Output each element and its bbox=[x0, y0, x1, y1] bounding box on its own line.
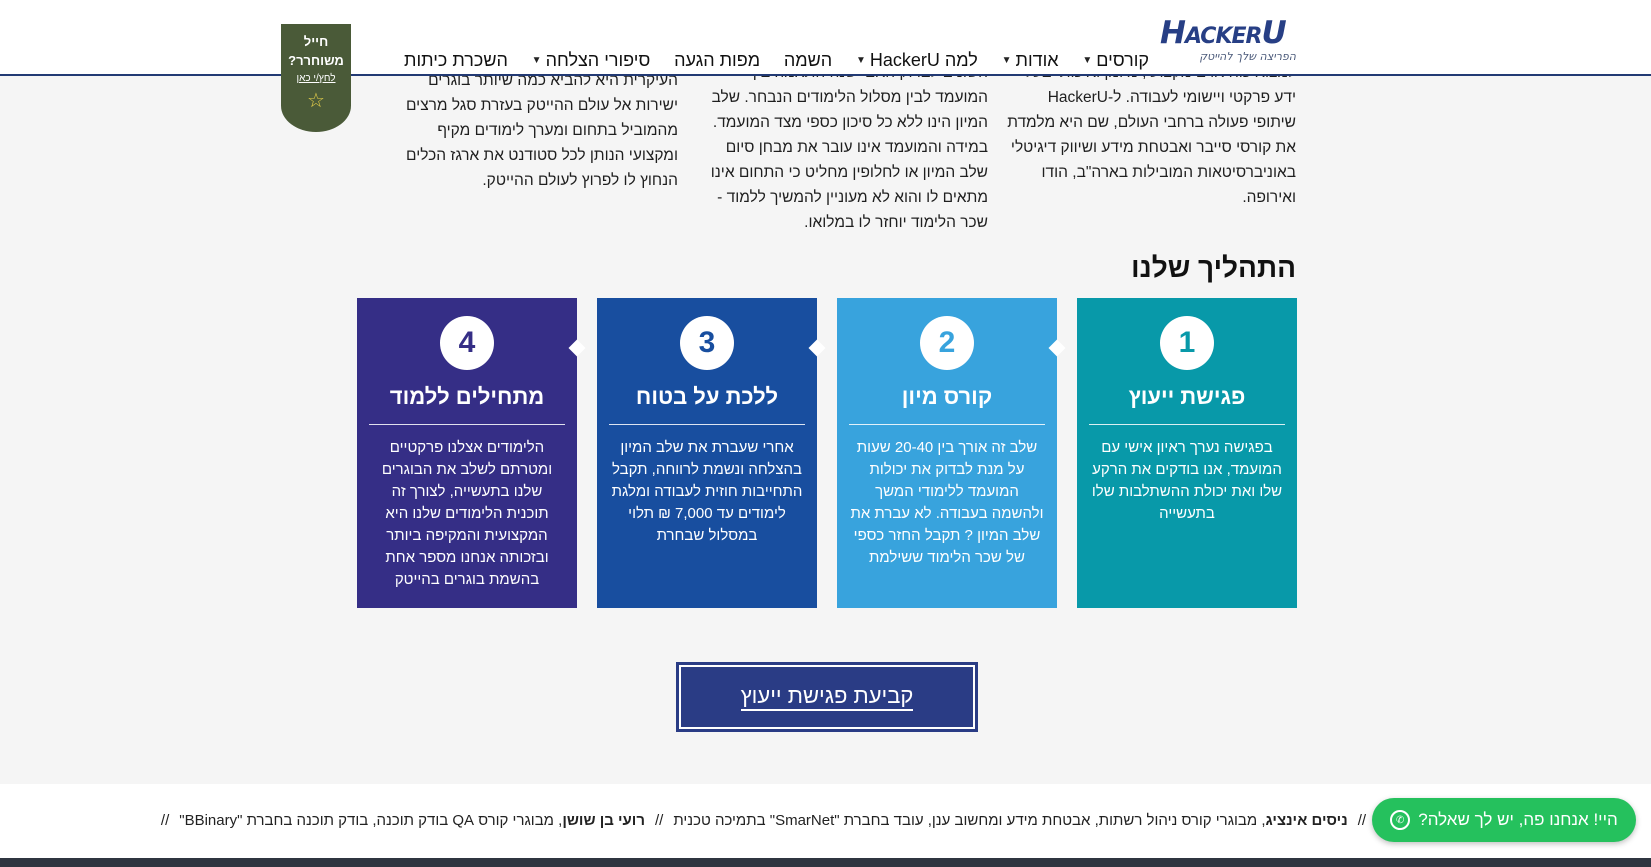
step-number: 4 bbox=[440, 316, 494, 370]
nav-item-0[interactable]: קורסים ▼ bbox=[1082, 50, 1149, 71]
step-text: אחרי שעברת את שלב המיון בהצלחה ונשמת לרו… bbox=[611, 439, 803, 544]
nav-label: אודות bbox=[1015, 49, 1059, 70]
graduate-description: , מבוגרי קורס QA בודק תוכנה, בודק תוכנה … bbox=[179, 812, 563, 829]
logo-text: HACKERU bbox=[1160, 15, 1287, 51]
column-line: המיון הינו ללא כל סיכון כספי מצד המועמד. bbox=[712, 114, 988, 131]
cta-label: קביעת פגישת ייעוץ bbox=[740, 683, 914, 711]
ticker-item: ניסים אינציג, מבוגרי קורס ניהול רשתות, א… bbox=[673, 812, 1347, 829]
column-line: ידע פרקטי ויישומי לעבודה. ל-HackerU bbox=[1047, 89, 1296, 106]
step-divider bbox=[1089, 424, 1285, 425]
badge-line1: חייל bbox=[303, 34, 329, 49]
step-arrow-icon bbox=[808, 339, 826, 357]
column-line: במידה והמועמד אינו עובר את מבחן סיום bbox=[725, 139, 988, 156]
step-text: שלב זה אורך בין 20-40 שעות על מנת לבדוק … bbox=[850, 439, 1044, 566]
about-column-3: העיקרית היא להביא כמה שיותר בוגרים ישירות… bbox=[398, 68, 678, 193]
nav-label: מפות הגעה bbox=[674, 49, 761, 70]
chevron-down-icon: ▼ bbox=[1001, 54, 1012, 66]
step-text: בפגישה נערך ראיון אישי עם המועמד, אנו בו… bbox=[1091, 439, 1283, 522]
nav-item-2[interactable]: למה HackerU ▼ bbox=[856, 50, 978, 71]
step-title: ללכת על בטוח bbox=[635, 384, 779, 409]
chevron-down-icon: ▼ bbox=[1082, 54, 1093, 66]
badge-link[interactable]: לחץ/י כאן bbox=[281, 73, 351, 84]
about-column-1: למצוא כוח אדם מקצועי, מיומן ואיכותי בעלי… bbox=[1000, 60, 1296, 210]
graduates-ticker: ית//ניסים אינציג, מבוגרי קורס ניהול רשתו… bbox=[0, 812, 1390, 834]
ticker-separator: // bbox=[1357, 812, 1367, 829]
nav-label: סיפורי הצלחה bbox=[545, 49, 651, 70]
hackeru-logo[interactable]: HACKERU הפריצה שלך להייטק bbox=[1160, 16, 1302, 72]
step-title: קורס מיון bbox=[901, 384, 993, 409]
column-line: שכר הלימוד יוחזר לו במלואו. bbox=[804, 214, 988, 231]
graduate-name: ניסים אינציג bbox=[1265, 812, 1348, 829]
process-step-3: 3 ללכת על בטוח אחרי שעברת את שלב המיון בהצ… bbox=[597, 298, 826, 608]
ticker-item: רועי בן שושן, מבוגרי קורס QA בודק תוכנה,… bbox=[179, 812, 645, 829]
process-step-4: 4 מתחילים ללמוד הלימודים אצלנו פרקטיים ומט… bbox=[357, 298, 586, 608]
nav-item-4[interactable]: מפות הגעה bbox=[674, 50, 760, 71]
column-line: מתאים לו והוא לא מעוניין להמשיך ללמוד - bbox=[717, 189, 988, 206]
column-line: המועמד לבין מסלול הלימודים הנבחר. שלב bbox=[711, 89, 988, 106]
step-arrow-icon bbox=[568, 339, 586, 357]
ticker-separator: // bbox=[160, 812, 170, 829]
column-line: שיתופי פעולה ברחבי העולם, שם היא מלמדת bbox=[1007, 114, 1296, 131]
footer-strip bbox=[0, 858, 1651, 867]
nav-label: השמה bbox=[783, 49, 833, 70]
process-step-2: 2 קורס מיון שלב זה אורך בין 20-40 שעות על … bbox=[837, 298, 1066, 608]
column-line: מהמוביל בתחום ומערך לימודים מקיף bbox=[437, 122, 678, 139]
site-header: HACKERU הפריצה שלך להייטק קורסים ▼ אודות ▼ ל… bbox=[0, 0, 1651, 76]
main-nav: קורסים ▼ אודות ▼ למה HackerU ▼ השמה מפות הגעה סי… bbox=[404, 48, 1149, 72]
column-line: ישירות אל עולם ההייטק בעזרת סגל מרצים bbox=[405, 97, 678, 114]
step-number: 1 bbox=[1160, 316, 1214, 370]
step-number: 3 bbox=[680, 316, 734, 370]
whatsapp-chat-button[interactable]: היי! אנחנו פה, יש לך שאלה? ✆ bbox=[1372, 798, 1636, 842]
nav-item-3[interactable]: השמה bbox=[784, 50, 832, 71]
column-line: באוניברסיטאות המובילות בארה"ב, הודו bbox=[1041, 164, 1296, 181]
graduate-description: , מבוגרי קורס ניהול רשתות, אבטחת מידע ומ… bbox=[673, 812, 1266, 829]
process-step-1: 1 פגישת ייעוץ בפגישה נערך ראיון אישי עם המ… bbox=[1077, 298, 1297, 608]
cta-inner: קביעת פגישת ייעוץ bbox=[679, 665, 975, 729]
ticker-separator: // bbox=[654, 812, 664, 829]
nav-item-1[interactable]: אודות ▼ bbox=[1002, 50, 1059, 71]
step-text: הלימודים אצלנו פרקטיים ומטרתם לשלב את הב… bbox=[381, 439, 553, 588]
step-arrow-icon bbox=[1048, 339, 1066, 357]
nav-label: השכרת כיתות bbox=[404, 49, 508, 70]
badge-line2: משוחרר? bbox=[288, 53, 344, 68]
nav-label: למה HackerU bbox=[869, 49, 978, 70]
graduate-name: רועי בן שושן bbox=[562, 812, 645, 829]
step-number: 2 bbox=[920, 316, 974, 370]
nav-item-5[interactable]: סיפורי הצלחה ▼ bbox=[532, 50, 651, 71]
whatsapp-icon: ✆ bbox=[1390, 810, 1411, 830]
whatsapp-label: היי! אנחנו פה, יש לך שאלה? bbox=[1418, 810, 1618, 829]
process-title: התהליך שלנו bbox=[1131, 252, 1296, 283]
column-line: ומקצועי הנותן לכל סטודנט את ארגז הכלים bbox=[406, 147, 678, 164]
nav-label: קורסים bbox=[1096, 49, 1149, 70]
star-icon: ☆ bbox=[307, 90, 325, 112]
discharged-soldier-badge[interactable]: חייל משוחרר? לחץ/י כאן ☆ bbox=[281, 24, 351, 132]
about-columns: למצוא כוח אדם מקצועי, מיומן ואיכותי בעלי… bbox=[0, 60, 1651, 240]
step-divider bbox=[849, 424, 1045, 425]
step-title: פגישת ייעוץ bbox=[1128, 384, 1246, 409]
nav-item-6[interactable]: השכרת כיתות bbox=[404, 50, 508, 71]
column-line: את קורסי סייבר ואבטחת מידע ושיווק דיגיטל… bbox=[1010, 139, 1296, 156]
step-divider bbox=[369, 424, 565, 425]
chevron-down-icon: ▼ bbox=[531, 54, 542, 66]
step-title: מתחילים ללמוד bbox=[389, 384, 545, 409]
step-divider bbox=[609, 424, 805, 425]
chevron-down-icon: ▼ bbox=[855, 54, 866, 66]
column-line: שלב המיון או לחלופין מחליט כי התחום אינו bbox=[710, 164, 988, 181]
book-consultation-button[interactable]: קביעת פגישת ייעוץ bbox=[676, 662, 978, 732]
about-column-2: השונים לבדוק האם ישנה התאמה ביןהמועמד לב… bbox=[700, 60, 988, 235]
column-line: ואירופה. bbox=[1242, 189, 1296, 206]
column-line: הנחוץ לו לפרוץ לעולם ההייטק. bbox=[482, 172, 678, 189]
